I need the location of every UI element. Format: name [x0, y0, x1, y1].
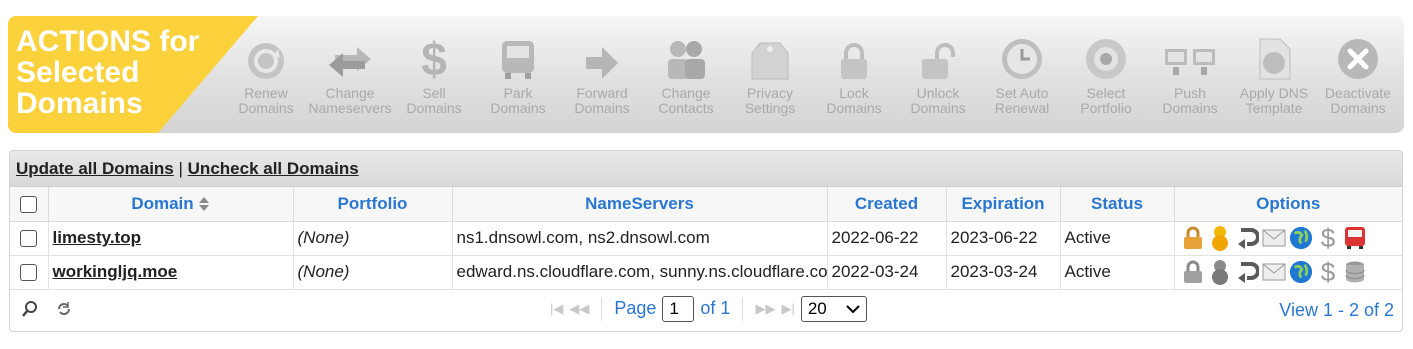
row-options: $ — [1179, 259, 1403, 285]
expiration-cell: 2023-03-24 — [946, 255, 1061, 290]
lock-icon — [841, 43, 867, 79]
dns-globe-icon[interactable] — [1289, 225, 1313, 251]
whois-privacy-icon[interactable] — [1208, 259, 1232, 285]
refresh-icon — [248, 43, 284, 79]
database-icon[interactable] — [1343, 259, 1367, 285]
parking-bus-icon[interactable] — [1343, 225, 1367, 251]
svg-text:$: $ — [421, 35, 447, 81]
column-header-nameservers[interactable]: NameServers — [452, 187, 828, 222]
change-nameservers-button[interactable]: Change Nameservers — [308, 16, 392, 133]
page-label: Page — [614, 298, 657, 318]
sell-domains-button[interactable]: $ Sell Domains — [392, 16, 476, 133]
redirect-icon[interactable] — [1235, 259, 1259, 285]
expiration-cell: 2023-06-22 — [946, 221, 1061, 256]
svg-text:$: $ — [1320, 225, 1335, 251]
nameservers-cell: ns1.dnsowl.com, ns2.dnsowl.com — [452, 221, 828, 256]
email-icon[interactable] — [1262, 259, 1286, 285]
pager: |◀ ◀◀ Page of 1 ▶▶ ▶| 20 View 1 - 2 of 2 — [10, 290, 1402, 330]
contacts-icon — [668, 41, 705, 79]
park-domains-button[interactable]: Park Domains — [476, 16, 560, 133]
push-domains-button[interactable]: Push Domains — [1148, 16, 1232, 133]
row-checkbox[interactable] — [20, 230, 38, 248]
actions-title: ACTIONS for Selected Domains — [16, 25, 200, 120]
select-all-header[interactable] — [10, 187, 49, 222]
lock-icon[interactable] — [1181, 225, 1205, 251]
column-header-options: Options — [1174, 187, 1402, 222]
sell-dollar-icon[interactable]: $ — [1316, 259, 1340, 285]
page-number-input[interactable] — [662, 295, 695, 322]
swap-arrows-icon — [329, 47, 371, 77]
table-header-row: Domain Portfolio NameServers Created Exp… — [10, 187, 1402, 222]
toolbar-separator: | — [178, 159, 183, 178]
redirect-icon[interactable] — [1235, 225, 1259, 251]
chevron-down-icon — [846, 304, 860, 313]
domain-link[interactable]: limesty.top — [53, 228, 141, 247]
domains-table: Domain Portfolio NameServers Created Exp… — [10, 187, 1402, 290]
update-all-domains-link[interactable]: Update all Domains — [16, 159, 174, 178]
svg-text:$: $ — [1320, 259, 1335, 285]
status-cell: Active — [1060, 255, 1175, 290]
renew-domains-button[interactable]: Renew Domains — [224, 16, 308, 133]
grid-toolbar: Update all Domains | Uncheck all Domains — [10, 151, 1402, 187]
created-cell: 2022-06-22 — [827, 221, 947, 256]
rows-per-page-select[interactable]: 20 — [800, 295, 867, 322]
column-header-status[interactable]: Status — [1060, 187, 1175, 222]
close-circle-icon — [1338, 39, 1378, 79]
column-header-portfolio[interactable]: Portfolio — [293, 187, 453, 222]
lock-icon[interactable] — [1181, 259, 1205, 285]
clock-icon — [1002, 39, 1042, 79]
view-range-text: View 1 - 2 of 2 — [1279, 299, 1394, 320]
unlock-domains-button[interactable]: Unlock Domains — [896, 16, 980, 133]
column-header-domain[interactable]: Domain — [48, 187, 294, 222]
sort-icon[interactable] — [198, 196, 210, 212]
prev-page-icon[interactable]: ◀◀ — [569, 301, 589, 317]
dns-template-icon — [1259, 38, 1291, 80]
actions-toolbar: ACTIONS for Selected Domains Renew Domain… — [8, 16, 1404, 133]
change-contacts-button[interactable]: Change Contacts — [644, 16, 728, 133]
row-options: $ — [1179, 225, 1403, 251]
row-checkbox[interactable] — [20, 264, 38, 282]
deactivate-domains-button[interactable]: Deactivate Domains — [1316, 16, 1400, 133]
arrow-right-icon — [586, 47, 618, 79]
next-page-icon[interactable]: ▶▶ — [755, 301, 775, 317]
portfolio-icon — [1086, 39, 1126, 79]
uncheck-all-domains-link[interactable]: Uncheck all Domains — [188, 159, 359, 178]
nameservers-cell: edward.ns.cloudflare.com, sunny.ns.cloud… — [452, 255, 828, 290]
column-header-expiration[interactable]: Expiration — [946, 187, 1061, 222]
whois-privacy-icon[interactable] — [1208, 225, 1232, 251]
table-row: workingljq.moe (None) edward.ns.cloudfla… — [10, 255, 1403, 290]
page-count-label: of 1 — [700, 298, 731, 318]
table-row: limesty.top (None) ns1.dnsowl.com, ns2.d… — [10, 221, 1403, 256]
refresh-icon[interactable] — [56, 300, 72, 318]
forward-domains-button[interactable]: Forward Domains — [560, 16, 644, 133]
domain-link[interactable]: workingljq.moe — [53, 262, 178, 281]
portfolio-cell: (None) — [293, 221, 453, 256]
select-all-checkbox[interactable] — [20, 195, 38, 213]
search-icon[interactable] — [22, 300, 38, 318]
set-auto-renewal-button[interactable]: Set Auto Renewal — [980, 16, 1064, 133]
dollar-icon: $ — [421, 35, 447, 81]
bus-icon — [502, 41, 534, 79]
column-header-created[interactable]: Created — [827, 187, 947, 222]
unlock-icon — [922, 43, 955, 79]
email-icon[interactable] — [1262, 225, 1286, 251]
domains-grid: Update all Domains | Uncheck all Domains… — [9, 150, 1403, 332]
dns-globe-icon[interactable] — [1289, 259, 1313, 285]
privacy-tag-icon — [751, 42, 789, 80]
apply-dns-template-button[interactable]: Apply DNS Template — [1232, 16, 1316, 133]
first-page-icon[interactable]: |◀ — [550, 301, 563, 317]
portfolio-cell: (None) — [293, 255, 453, 290]
sell-dollar-icon[interactable]: $ — [1316, 225, 1340, 251]
privacy-settings-button[interactable]: Privacy Settings — [728, 16, 812, 133]
lock-domains-button[interactable]: Lock Domains — [812, 16, 896, 133]
monitors-icon — [1165, 49, 1215, 75]
status-cell: Active — [1060, 221, 1175, 256]
select-portfolio-button[interactable]: Select Portfolio — [1064, 16, 1148, 133]
created-cell: 2022-03-24 — [827, 255, 947, 290]
last-page-icon[interactable]: ▶| — [781, 301, 794, 317]
